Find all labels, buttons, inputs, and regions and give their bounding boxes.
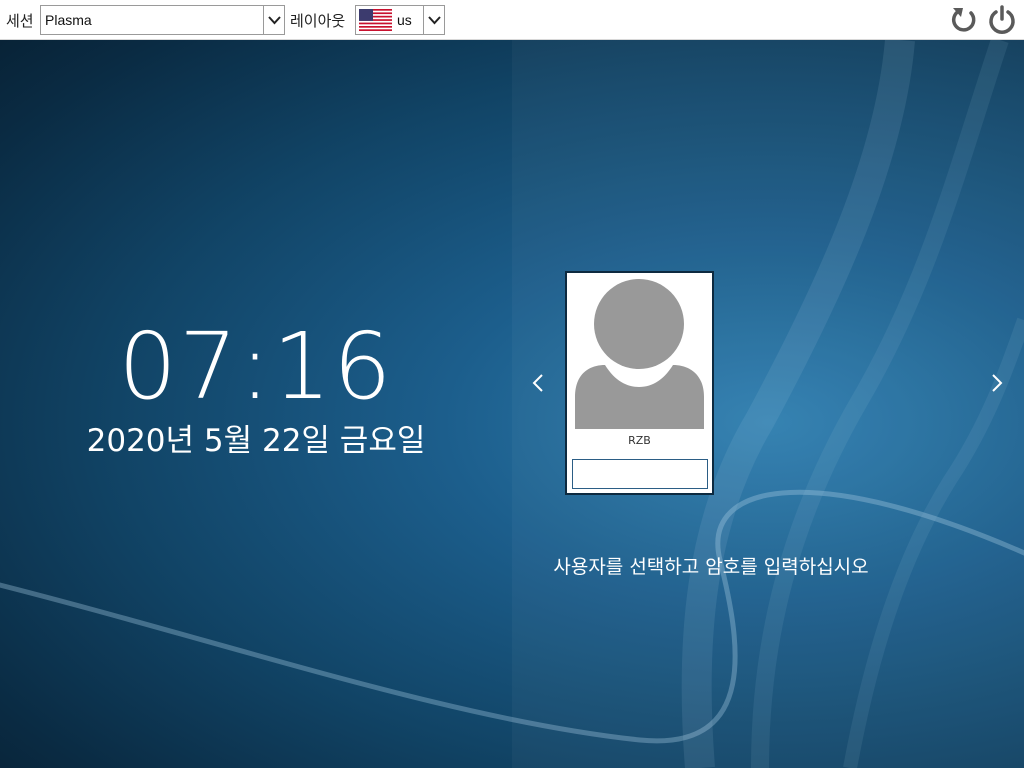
user-avatar-icon: [575, 279, 704, 429]
session-value: Plasma: [45, 12, 92, 28]
top-bar: 세션 Plasma 레이아웃 us: [0, 0, 1024, 40]
layout-dropdown-button[interactable]: [423, 6, 444, 34]
clock-date: 2020년 5월 22일 금요일: [86, 423, 426, 459]
session-label: 세션: [6, 12, 34, 30]
password-field[interactable]: [572, 459, 708, 489]
us-flag-icon: [359, 9, 392, 31]
layout-label: 레이아웃: [290, 12, 346, 30]
power-icon[interactable]: [987, 5, 1017, 35]
chevron-down-icon: [428, 16, 441, 25]
user-name: RZB: [628, 434, 651, 447]
chevron-down-icon: [268, 16, 281, 25]
clock-time: 07:16: [118, 313, 394, 420]
layout-select[interactable]: us: [355, 5, 445, 35]
reboot-icon[interactable]: [949, 5, 979, 35]
session-dropdown-button[interactable]: [263, 6, 284, 34]
session-select[interactable]: Plasma: [40, 5, 285, 35]
chevron-right-icon[interactable]: [987, 372, 1007, 394]
login-prompt: 사용자를 선택하고 암호를 입력하십시오: [553, 556, 869, 578]
user-card[interactable]: RZB: [565, 271, 714, 495]
login-screen: 세션 Plasma 레이아웃 us 07:16 2020년 5월 22일 금요일…: [0, 0, 1024, 768]
chevron-left-icon[interactable]: [528, 372, 548, 394]
layout-value: us: [397, 12, 412, 28]
